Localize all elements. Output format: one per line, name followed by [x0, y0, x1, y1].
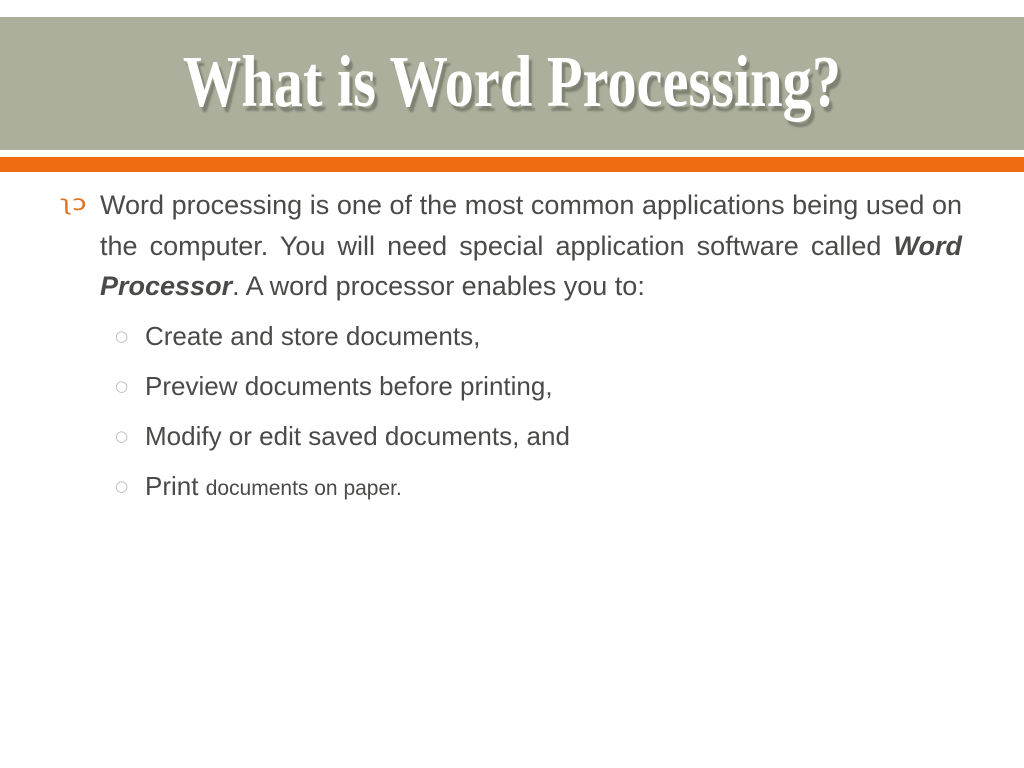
level2-item-main: Preview documents before printing, [145, 370, 553, 401]
list-item: ○ Preview documents before printing, [0, 369, 1024, 419]
level2-item-small: documents on paper. [205, 476, 402, 500]
level1-bullet-list: ʅɔ Word processing is one of the most co… [0, 185, 1024, 307]
hollow-circle-bullet-icon: ○ [115, 476, 129, 495]
slide-body: ʅɔ Word processing is one of the most co… [0, 185, 1024, 768]
paragraph-text-lead: Word processing is one of the most commo… [100, 190, 962, 261]
level2-item-main: Create and store documents, [145, 320, 481, 351]
list-item: ○ Print documents on paper. [0, 469, 1024, 519]
level2-bullet-list: ○ Create and store documents, ○ Preview … [0, 319, 1024, 519]
level2-item-main: Modify or edit saved documents, and [145, 420, 570, 451]
slide-title: What is Word Processing? [182, 41, 842, 122]
level2-item-text: Modify or edit saved documents, and [145, 419, 1024, 456]
hollow-circle-bullet-icon: ○ [115, 376, 129, 395]
level1-paragraph: Word processing is one of the most commo… [100, 185, 962, 307]
curly-es-bullet-icon: ʅɔ [60, 191, 87, 215]
level2-item-text: Create and store documents, [145, 319, 1024, 356]
list-item: ʅɔ Word processing is one of the most co… [0, 185, 1024, 307]
title-banner: What is Word Processing? [0, 17, 1024, 150]
level2-item-main: Print [145, 470, 206, 501]
paragraph-text-tail: . A word processor enables you to: [232, 271, 645, 302]
level2-item-text: Print documents on paper. [145, 469, 1024, 506]
level2-item-text: Preview documents before printing, [145, 369, 1024, 406]
presentation-slide: What is Word Processing? ʅɔ Word process… [0, 0, 1024, 768]
hollow-circle-bullet-icon: ○ [115, 426, 129, 445]
hollow-circle-bullet-icon: ○ [115, 326, 129, 345]
list-item: ○ Modify or edit saved documents, and [0, 419, 1024, 469]
accent-divider-rule [0, 157, 1024, 172]
list-item: ○ Create and store documents, [0, 319, 1024, 369]
